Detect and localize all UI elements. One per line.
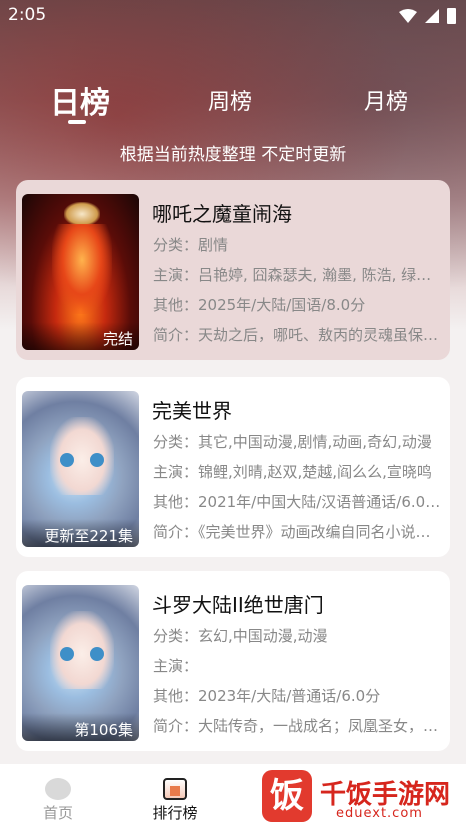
poster-eye-art [60, 453, 74, 467]
ranking-card[interactable]: 完结 哪吒之魔童闹海 分类：剧情 主演：吕艳婷, 囧森瑟夫, 瀚墨, 陈浩, 绿… [16, 180, 450, 360]
card-cast: 主演： [153, 657, 199, 675]
nav-home[interactable]: 首页 [36, 778, 80, 823]
wifi-icon [399, 9, 417, 23]
watermark-logo: 饭 [262, 770, 312, 822]
ranking-icon [163, 778, 187, 800]
card-cast: 主演：锦鲤,刘晴,赵双,楚越,阎么么,宣晓鸣 [153, 463, 432, 481]
watermark-url: eduext.com [336, 806, 423, 821]
card-other-info: 其他：2021年/中国大陆/汉语普通话/6.0… [153, 493, 441, 511]
card-title: 完美世界 [152, 399, 232, 423]
card-other-info: 其他：2023年/大陆/普通话/6.0分 [153, 687, 381, 705]
tab-weekly[interactable]: 周榜 [208, 84, 252, 116]
poster-figure-art [52, 224, 112, 314]
card-cast: 主演：吕艳婷, 囧森瑟夫, 瀚墨, 陈浩, 绿… [153, 266, 432, 284]
episode-badge: 第106集 [22, 713, 139, 741]
tab-daily[interactable]: 日榜 [50, 78, 110, 122]
card-summary: 简介：大陆传奇，一战成名；凤凰圣女，… [153, 717, 439, 735]
nav-ranking[interactable]: 排行榜 [148, 778, 202, 823]
ranking-subtitle: 根据当前热度整理 不定时更新 [119, 145, 347, 165]
poster-eye-art [90, 647, 104, 661]
ranking-card[interactable]: 更新至221集 完美世界 分类：其它,中国动漫,剧情,动画,奇幻,动漫 主演：锦… [16, 377, 450, 557]
poster-image: 完结 [22, 194, 139, 350]
episode-badge: 完结 [22, 322, 139, 350]
card-category: 分类：玄幻,中国动漫,动漫 [153, 627, 328, 645]
nav-home-label: 首页 [42, 804, 73, 822]
card-summary: 简介：《完美世界》动画改编自同名小说… [153, 523, 431, 541]
tab-monthly[interactable]: 月榜 [364, 84, 408, 116]
poster-figure-art [50, 611, 114, 689]
ranking-card[interactable]: 第106集 斗罗大陆II绝世唐门 分类：玄幻,中国动漫,动漫 主演： 其他：20… [16, 571, 450, 751]
signal-icon [425, 9, 439, 23]
card-title: 哪吒之魔童闹海 [152, 202, 292, 226]
poster-image: 第106集 [22, 585, 139, 741]
battery-icon [447, 8, 456, 24]
status-bar: 2:05 [0, 0, 466, 32]
card-category: 分类：其它,中国动漫,剧情,动画,奇幻,动漫 [153, 433, 432, 451]
ranking-tabs: 日榜 周榜 月榜 [0, 72, 466, 128]
poster-eye-art [90, 453, 104, 467]
poster-logo-art [64, 202, 100, 226]
card-summary: 简介：天劫之后，哪吒、敖丙的灵魂虽保… [153, 326, 439, 344]
nav-ranking-label: 排行榜 [152, 804, 198, 822]
poster-figure-art [50, 417, 114, 495]
active-tab-indicator [68, 120, 86, 124]
status-icons [399, 8, 456, 24]
status-time: 2:05 [8, 5, 47, 25]
poster-eye-art [60, 647, 74, 661]
watermark: 饭 千饭手游网 eduext.com [258, 768, 458, 826]
poster-image: 更新至221集 [22, 391, 139, 547]
card-title: 斗罗大陆II绝世唐门 [152, 593, 324, 617]
card-category: 分类：剧情 [153, 236, 229, 254]
card-other-info: 其他：2025年/大陆/国语/8.0分 [153, 296, 366, 314]
episode-badge: 更新至221集 [22, 519, 139, 547]
home-icon [45, 778, 71, 800]
